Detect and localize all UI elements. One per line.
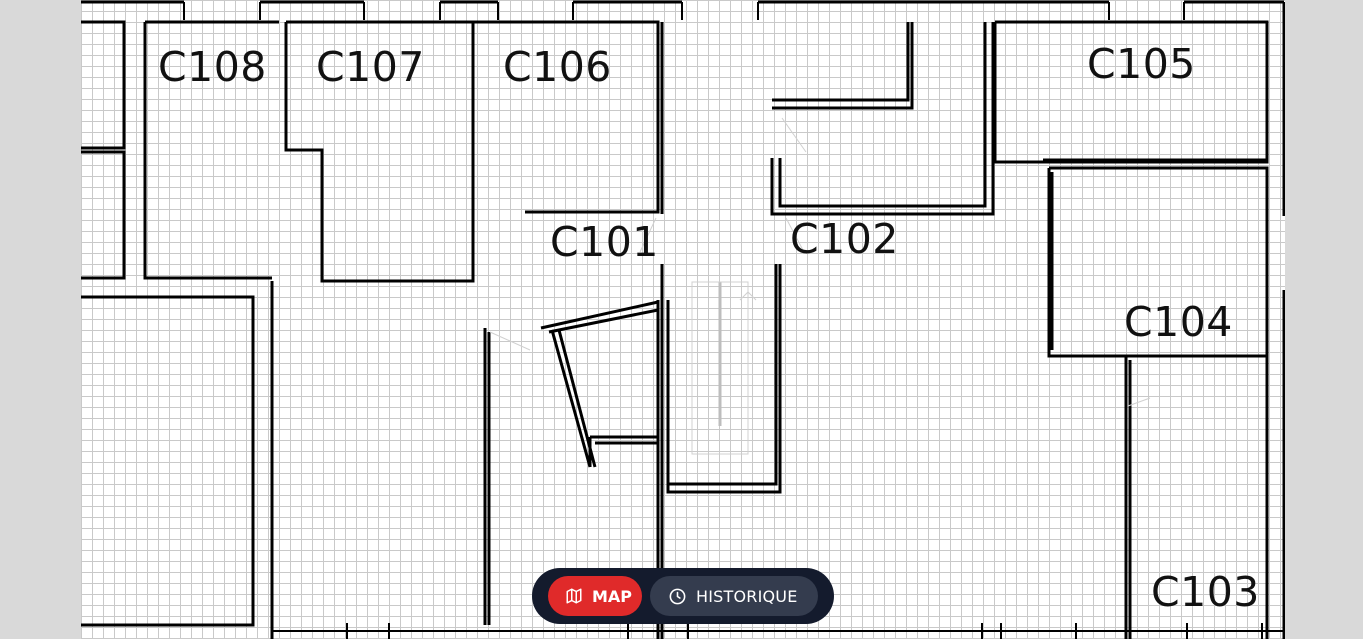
history-tab-button[interactable]: HISTORIQUE: [650, 576, 818, 616]
room-label-c107[interactable]: C107: [316, 47, 425, 88]
room-label-c101[interactable]: C101: [550, 222, 659, 263]
room-label-c103[interactable]: C103: [1151, 572, 1260, 613]
map-tab-label: MAP: [592, 586, 633, 606]
room-label-c102[interactable]: C102: [790, 219, 899, 260]
room-label-c105[interactable]: C105: [1087, 44, 1196, 85]
history-tab-label: HISTORIQUE: [696, 586, 798, 606]
room-label-c104[interactable]: C104: [1124, 302, 1233, 343]
room-label-c106[interactable]: C106: [503, 47, 612, 88]
room-label-c108[interactable]: C108: [158, 47, 267, 88]
bottom-navigation: MAP HISTORIQUE: [532, 568, 834, 624]
clock-icon: [669, 588, 686, 604]
floor-plan-walls: [81, 0, 1285, 639]
map-icon: [566, 588, 582, 604]
floor-plan-map[interactable]: C108 C107 C106 C105 C101 C102 C104 C103: [81, 0, 1285, 639]
map-tab-button[interactable]: MAP: [548, 576, 642, 616]
